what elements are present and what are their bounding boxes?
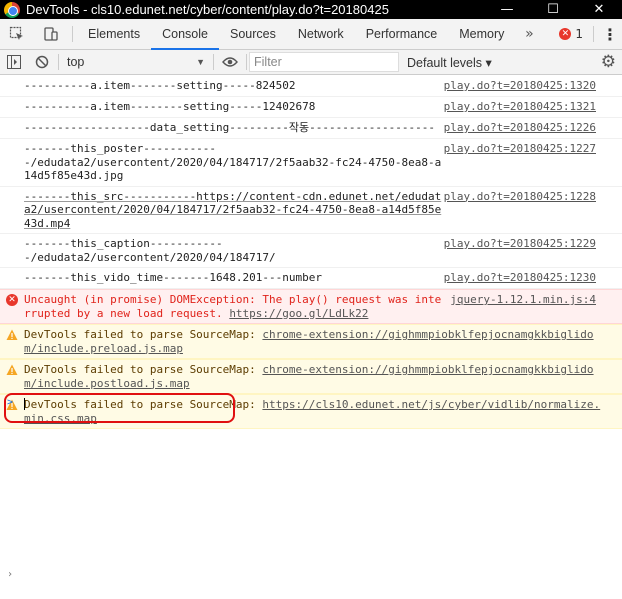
warning-icon xyxy=(6,364,18,376)
console-prompt[interactable]: > xyxy=(0,393,622,415)
console-toolbar: top ▼ Default levels ▾ ⚙ xyxy=(0,50,622,75)
log-message: -------------------data_setting---------… xyxy=(0,118,622,139)
log-text: -------------------data_setting---------… xyxy=(24,121,435,134)
log-source-link[interactable]: play.do?t=20180425:1230 xyxy=(444,271,596,285)
sidebar-toggle-icon[interactable] xyxy=(0,50,28,74)
warning-body: DevTools failed to parse SourceMap: xyxy=(24,328,263,341)
tab-separator xyxy=(72,26,73,42)
gear-icon[interactable]: ⚙ xyxy=(601,52,616,72)
error-message: ✕ Uncaught (in promise) DOMException: Th… xyxy=(0,289,622,324)
window-title: DevTools - cls10.edunet.net/cyber/conten… xyxy=(26,2,389,17)
prompt-chevron-icon: > xyxy=(7,397,14,408)
tab-network[interactable]: Network xyxy=(287,19,355,49)
error-count: 1 xyxy=(575,27,583,41)
close-button[interactable]: ✕ xyxy=(576,0,622,19)
toolbar-separator xyxy=(246,54,247,70)
console-input[interactable] xyxy=(22,395,602,413)
context-value: top xyxy=(67,55,85,69)
tab-performance[interactable]: Performance xyxy=(355,19,449,49)
warning-text: DevTools failed to parse SourceMap: chro… xyxy=(24,363,604,390)
log-message: -------this_poster----------- -/edudata2… xyxy=(0,139,622,187)
device-toolbar-icon[interactable] xyxy=(34,19,68,49)
log-message: -------this_vido_time-------1648.201---n… xyxy=(0,268,622,289)
warning-icon xyxy=(6,329,18,341)
tab-separator xyxy=(593,26,594,42)
log-message: ----------a.item--------setting-----1240… xyxy=(0,97,622,118)
error-source-link[interactable]: jquery-1.12.1.min.js:4 xyxy=(450,293,596,307)
log-text: -------this_src-----------https://conten… xyxy=(24,189,442,230)
devtools-tabbar: Elements Console Sources Network Perform… xyxy=(0,19,622,50)
log-message: ----------a.item-------setting-----82450… xyxy=(0,76,622,97)
log-source-link[interactable]: play.do?t=20180425:1321 xyxy=(444,100,596,114)
window-title-bar: DevTools - cls10.edunet.net/cyber/conten… xyxy=(0,0,622,19)
error-counter[interactable]: ✕ 1 xyxy=(553,19,589,49)
warning-message: DevTools failed to parse SourceMap: chro… xyxy=(0,324,622,359)
minimize-button[interactable]: — xyxy=(484,0,530,19)
log-text: -------this_vido_time-------1648.201---n… xyxy=(24,271,323,284)
error-icon: ✕ xyxy=(559,28,572,40)
toolbar-separator xyxy=(213,54,214,70)
tab-sources[interactable]: Sources xyxy=(219,19,287,49)
log-source-link[interactable]: play.do?t=20180425:1227 xyxy=(444,142,596,156)
warning-text: DevTools failed to parse SourceMap: chro… xyxy=(24,328,604,355)
bottom-chevron-icon: › xyxy=(7,569,14,580)
console-messages: ----------a.item-------setting-----82450… xyxy=(0,76,622,429)
error-text: Uncaught (in promise) DOMException: The … xyxy=(24,293,444,320)
chrome-logo-icon xyxy=(4,1,20,18)
log-text: -------this_poster----------- -/edudata2… xyxy=(24,142,442,182)
inspect-element-icon[interactable] xyxy=(0,19,34,49)
dropdown-arrow-icon: ▼ xyxy=(196,57,205,67)
log-text: -------this_caption----------- -/edudata… xyxy=(24,237,276,264)
log-source-link[interactable]: play.do?t=20180425:1228 xyxy=(444,190,596,204)
log-text: ----------a.item--------setting-----1240… xyxy=(24,100,316,113)
error-help-link[interactable]: https://goo.gl/LdLk22 xyxy=(229,307,368,320)
toolbar-separator xyxy=(58,54,59,70)
warning-message: DevTools failed to parse SourceMap: chro… xyxy=(0,359,622,394)
kebab-menu-icon[interactable]: ⋮ xyxy=(598,19,622,49)
log-source-link[interactable]: play.do?t=20180425:1320 xyxy=(444,79,596,93)
maximize-button[interactable]: ☐ xyxy=(530,0,576,19)
log-source-link[interactable]: play.do?t=20180425:1229 xyxy=(444,237,596,251)
log-message: -------this_src-----------https://conten… xyxy=(0,187,622,234)
log-message: -------this_caption----------- -/edudata… xyxy=(0,234,622,268)
log-text: ----------a.item-------setting-----82450… xyxy=(24,79,296,92)
error-icon: ✕ xyxy=(6,294,18,306)
context-selector[interactable]: top ▼ xyxy=(61,51,211,73)
warning-body: DevTools failed to parse SourceMap: xyxy=(24,363,263,376)
tab-elements[interactable]: Elements xyxy=(77,19,151,49)
log-levels-dropdown[interactable]: Default levels ▾ xyxy=(407,55,492,70)
more-tabs-icon[interactable]: » xyxy=(515,19,543,49)
tab-memory[interactable]: Memory xyxy=(448,19,515,49)
clear-console-icon[interactable] xyxy=(28,50,56,74)
live-expression-eye-icon[interactable] xyxy=(216,50,244,74)
tab-console[interactable]: Console xyxy=(151,19,219,50)
filter-input[interactable] xyxy=(249,52,399,72)
log-source-link[interactable]: play.do?t=20180425:1226 xyxy=(444,121,596,135)
